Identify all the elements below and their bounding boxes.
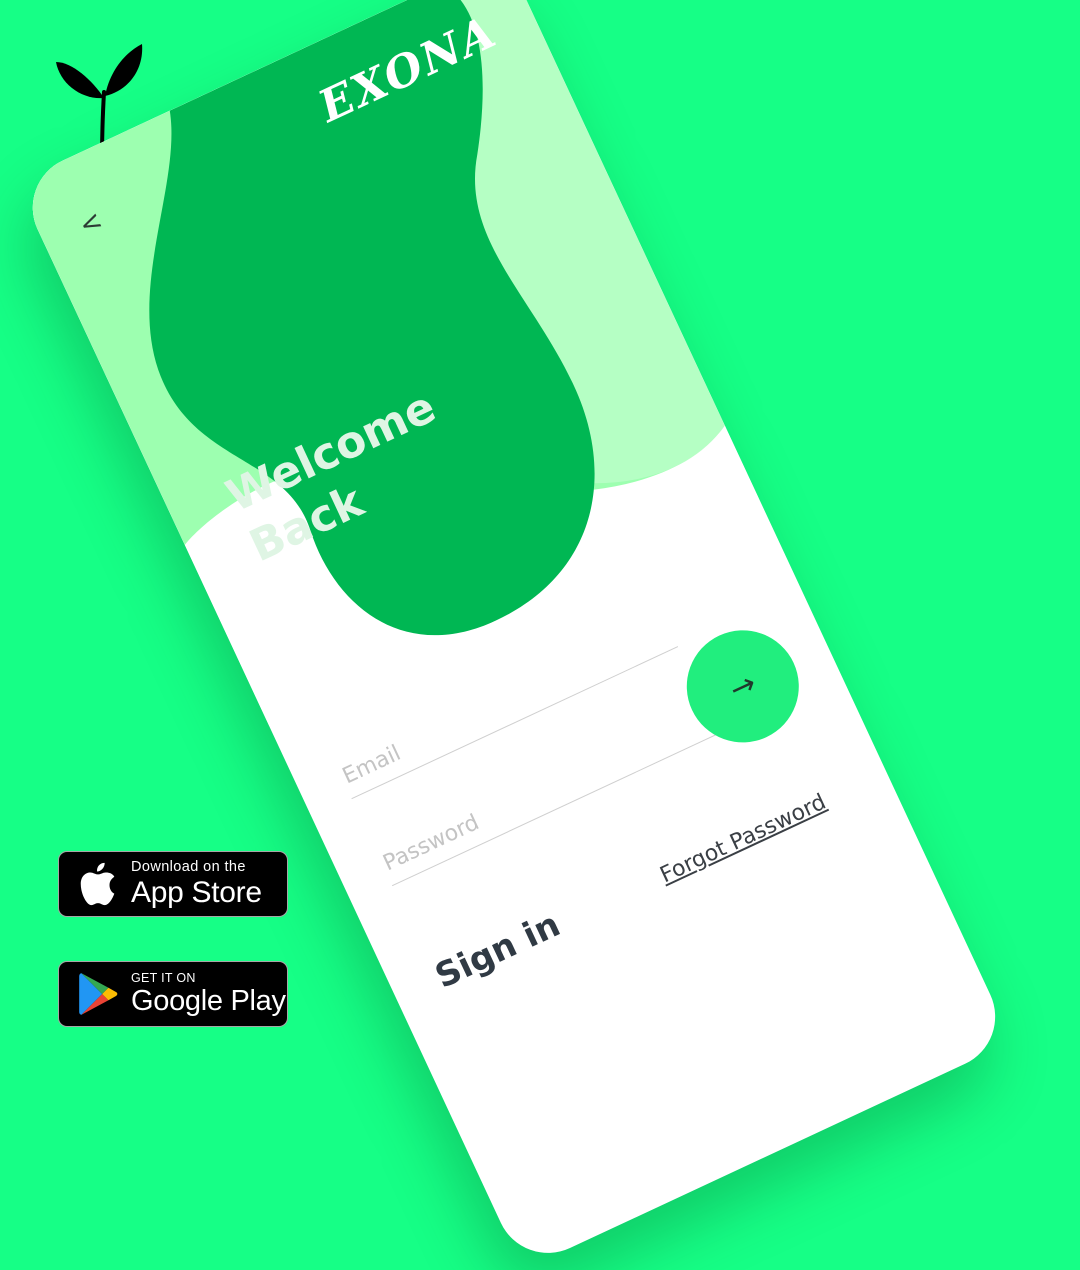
app-store-text: Download on the App Store xyxy=(131,860,262,908)
sign-in-label: Sign in xyxy=(429,904,567,997)
google-play-small-text: GET IT ON xyxy=(131,970,196,985)
arrow-right-icon: → xyxy=(724,665,762,708)
app-store-big-text: App Store xyxy=(131,875,262,909)
app-store-badge[interactable]: Download on the App Store xyxy=(58,851,288,917)
google-play-badge[interactable]: GET IT ON Google Play xyxy=(58,961,288,1027)
google-play-text: GET IT ON Google Play xyxy=(131,972,286,1017)
google-play-big-text: Google Play xyxy=(131,985,286,1018)
forgot-password-link[interactable]: Forgot Password xyxy=(656,790,830,889)
apple-icon xyxy=(80,862,115,906)
app-store-small-text: Download on the xyxy=(131,859,246,876)
google-play-icon xyxy=(79,973,118,1015)
